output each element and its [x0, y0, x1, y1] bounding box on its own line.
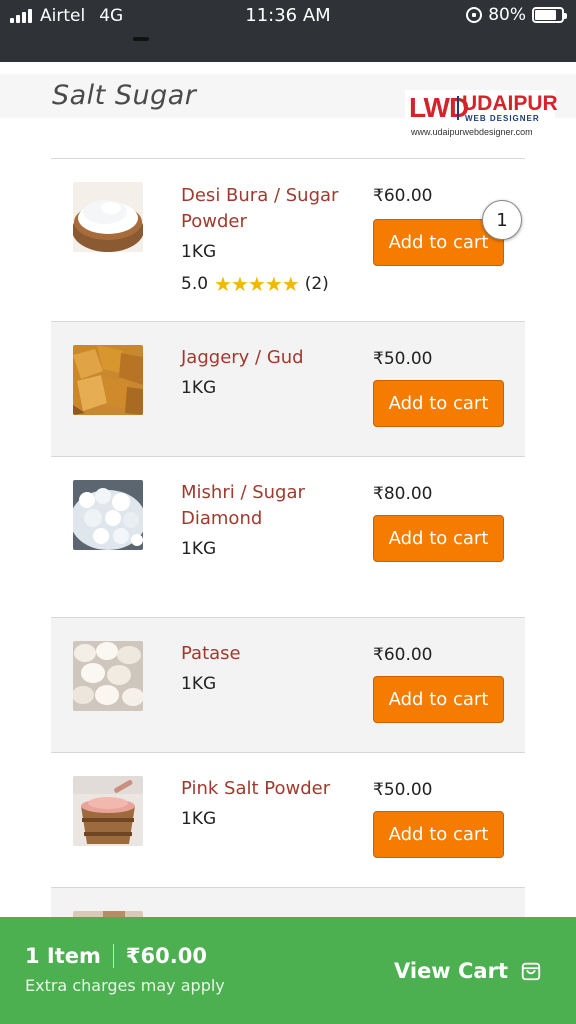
product-row: Jaggery / Gud 1KG ₹50.00 Add to cart	[51, 321, 525, 456]
product-row: Patase 1KG ₹60.00 Add to cart	[51, 617, 525, 752]
product-name[interactable]: Jaggery / Gud	[181, 345, 361, 371]
logo-subtitle: WEB DESIGNER	[465, 114, 540, 123]
page-title: Salt Sugar	[52, 80, 197, 111]
logo-udaipur: UDAIPUR	[462, 92, 558, 115]
product-row: Mishri / Sugar Diamond 1KG ₹80.00 Add to…	[51, 456, 525, 617]
rating-value: 5.0	[181, 274, 209, 294]
cart-total: ₹60.00	[125, 944, 207, 968]
star-rating-icon: ★★★★★	[214, 272, 300, 296]
logo-divider	[457, 96, 459, 120]
product-price: ₹80.00	[373, 484, 433, 504]
product-weight: 1KG	[181, 242, 217, 262]
product-image-sugar-powder[interactable]	[73, 182, 143, 252]
extra-charges-note: Extra charges may apply	[25, 976, 225, 995]
logo-url: www.udaipurwebdesigner.com	[411, 127, 533, 137]
add-to-cart-button[interactable]: Add to cart	[373, 380, 504, 427]
orientation-lock-icon	[466, 7, 483, 23]
product-image-pink-salt[interactable]	[73, 776, 143, 846]
product-row: Desi Bura / Sugar Powder 1KG 5.0 ★★★★★ (…	[51, 158, 525, 321]
cart-summary-bar[interactable]: 1 Item ₹60.00 Extra charges may apply Vi…	[0, 917, 576, 1024]
product-name[interactable]: Desi Bura / Sugar Powder	[181, 183, 361, 235]
product-weight: 1KG	[181, 539, 217, 559]
view-cart-button[interactable]: View Cart	[394, 959, 542, 983]
screen: Airtel 4G 11:36 AM 80% Salt Sugar LWD UD…	[0, 0, 576, 1024]
cart-divider	[112, 944, 114, 968]
battery-percent: 80%	[488, 5, 526, 25]
home-indicator	[133, 37, 149, 41]
view-cart-label: View Cart	[393, 959, 508, 983]
status-bar: Airtel 4G 11:36 AM 80%	[0, 0, 576, 62]
product-price: ₹60.00	[373, 645, 433, 665]
product-weight: 1KG	[181, 378, 217, 398]
battery-icon	[532, 7, 567, 23]
product-rating: 5.0 ★★★★★ (2)	[181, 272, 329, 296]
product-name[interactable]: Patase	[181, 641, 361, 667]
product-image-jaggery[interactable]	[73, 345, 143, 415]
add-to-cart-button[interactable]: Add to cart	[373, 811, 504, 858]
shopping-bag-icon	[521, 962, 541, 981]
cart-item-count: 1 Item	[25, 944, 101, 968]
add-to-cart-button[interactable]: Add to cart	[373, 515, 504, 562]
status-right: 80%	[466, 5, 567, 25]
review-count[interactable]: (2)	[305, 274, 329, 294]
product-name[interactable]: Mishri / Sugar Diamond	[181, 480, 361, 532]
logo-lwd: LWD	[409, 92, 469, 123]
product-weight: 1KG	[181, 809, 217, 829]
site-logo[interactable]: LWD UDAIPUR WEB DESIGNER www.udaipurwebd…	[405, 90, 558, 140]
product-image-mishri[interactable]	[73, 480, 143, 550]
product-list: Desi Bura / Sugar Powder 1KG 5.0 ★★★★★ (…	[51, 158, 525, 948]
product-row: Pink Salt Powder 1KG ₹50.00 Add to cart	[51, 752, 525, 887]
product-name[interactable]: Pink Salt Powder	[181, 776, 381, 802]
add-to-cart-button[interactable]: Add to cart	[373, 676, 504, 723]
product-price: ₹50.00	[373, 780, 433, 800]
product-price: ₹60.00	[373, 186, 433, 206]
cart-quantity-badge[interactable]: 1	[482, 200, 522, 240]
product-weight: 1KG	[181, 674, 217, 694]
cart-summary: 1 Item ₹60.00	[25, 944, 207, 968]
product-price: ₹50.00	[373, 349, 433, 369]
product-image-patase[interactable]	[73, 641, 143, 711]
